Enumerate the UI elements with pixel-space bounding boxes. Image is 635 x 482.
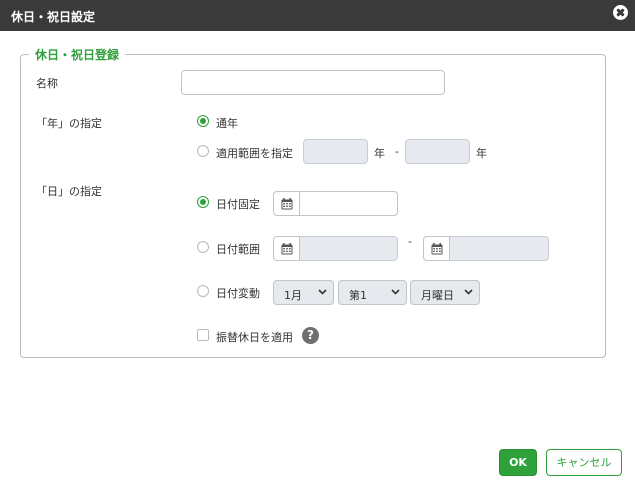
substitute-holiday-checkbox[interactable] (197, 329, 209, 341)
calendar-icon[interactable] (273, 236, 300, 261)
week-select[interactable]: 第1 (338, 280, 407, 305)
year-to-input[interactable] (405, 139, 470, 164)
help-icon[interactable]: ? (302, 327, 319, 344)
year-range-separator: - (395, 145, 399, 158)
date-range-separator: - (408, 235, 412, 248)
radio-fixed-date[interactable] (197, 196, 209, 208)
calendar-icon[interactable] (273, 191, 300, 216)
year-spec-label: 「年」の指定 (36, 117, 102, 130)
substitute-holiday-label: 振替休日を適用 (216, 331, 293, 344)
fixed-date-input[interactable] (300, 191, 398, 216)
name-input[interactable] (181, 70, 445, 95)
name-label: 名称 (36, 77, 58, 90)
year-range-label: 適用範囲を指定 (216, 147, 293, 160)
weekday-select[interactable]: 月曜日 (410, 280, 480, 305)
chevron-down-icon (464, 289, 473, 295)
year-to-unit: 年 (476, 147, 487, 160)
week-select-value: 第1 (349, 289, 367, 302)
fixed-date-label: 日付固定 (216, 198, 260, 211)
year-from-unit: 年 (374, 147, 385, 160)
calendar-icon[interactable] (423, 236, 450, 261)
month-select[interactable]: 1月 (273, 280, 334, 305)
radio-date-range[interactable] (197, 241, 209, 253)
weekday-select-value: 月曜日 (421, 289, 454, 302)
variable-date-label: 日付変動 (216, 287, 260, 300)
radio-variable-date[interactable] (197, 285, 209, 297)
cancel-button[interactable]: キャンセル (546, 449, 622, 476)
every-year-label: 通年 (216, 117, 238, 130)
section-legend: 休日・祝日登録 (35, 48, 120, 62)
date-range-to-input[interactable] (450, 236, 549, 261)
radio-every-year[interactable] (197, 115, 209, 127)
month-select-value: 1月 (284, 289, 302, 302)
close-icon[interactable] (613, 5, 628, 20)
chevron-down-icon (318, 289, 327, 295)
year-from-input[interactable] (303, 139, 368, 164)
ok-button[interactable]: OK (499, 449, 537, 476)
dialog-title: 休日・祝日設定 (11, 10, 96, 24)
dialog-titlebar: 休日・祝日設定 (0, 0, 635, 31)
radio-year-range[interactable] (197, 145, 209, 157)
date-range-label: 日付範囲 (216, 243, 260, 256)
date-range-from-input[interactable] (300, 236, 398, 261)
day-spec-label: 「日」の指定 (36, 185, 102, 198)
chevron-down-icon (391, 289, 400, 295)
